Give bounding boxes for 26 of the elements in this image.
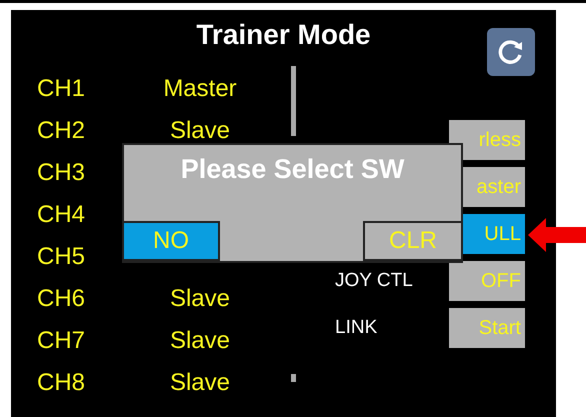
refresh-button[interactable] bbox=[487, 28, 535, 76]
dialog-title: Please Select SW bbox=[180, 153, 404, 185]
setting-button[interactable]: Start bbox=[449, 308, 525, 348]
channel-label: CH8 bbox=[37, 368, 86, 398]
refresh-icon bbox=[497, 38, 525, 66]
screen-title: Trainer Mode bbox=[196, 18, 371, 52]
setting-button[interactable]: OFF bbox=[449, 261, 525, 301]
setting-label: LINK bbox=[335, 316, 378, 338]
dialog-button[interactable]: CLR bbox=[363, 221, 463, 261]
channel-label: CH5 bbox=[37, 242, 86, 272]
channel-label: CH7 bbox=[37, 326, 86, 356]
channel-mode[interactable]: Master bbox=[145, 71, 255, 107]
channel-label: CH6 bbox=[37, 284, 86, 314]
setting-button[interactable]: rless bbox=[449, 120, 525, 160]
channel-mode[interactable]: Slave bbox=[145, 323, 255, 359]
channel-label: CH3 bbox=[37, 158, 86, 188]
scrollbar-thumb[interactable] bbox=[291, 66, 296, 136]
arrow-icon bbox=[528, 218, 586, 252]
scroll-mark bbox=[291, 374, 296, 382]
channel-label: CH2 bbox=[37, 116, 86, 146]
setting-label: JOY CTL bbox=[335, 270, 413, 291]
channel-mode[interactable]: Slave bbox=[145, 365, 255, 401]
channel-label: CH4 bbox=[37, 200, 86, 230]
channel-label: CH1 bbox=[37, 74, 86, 104]
channel-mode[interactable]: Slave bbox=[145, 281, 255, 317]
dialog-button[interactable]: NO bbox=[122, 221, 220, 261]
